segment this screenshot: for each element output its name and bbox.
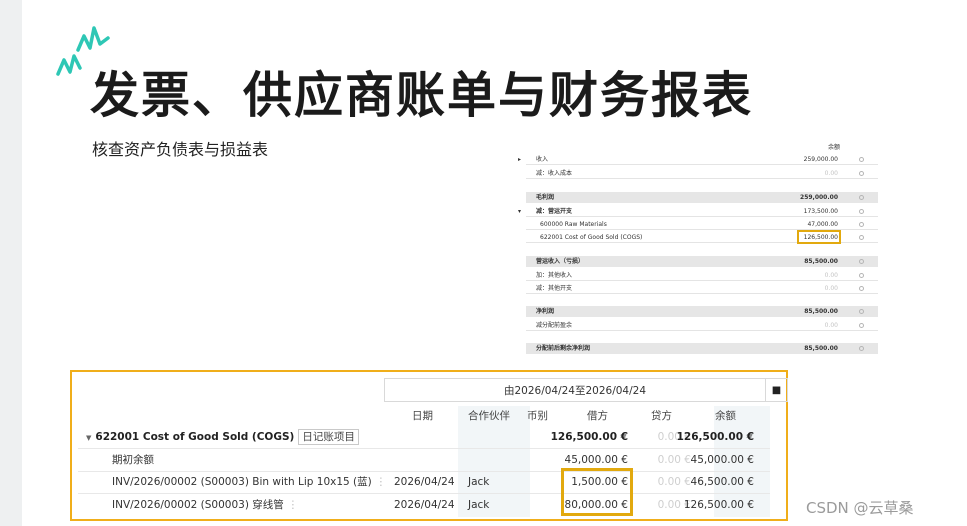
pl-row-label: 收入 bbox=[536, 156, 549, 163]
ledger-row-credit: 0.00 € bbox=[657, 476, 691, 488]
chevron-down-icon: ▼ bbox=[86, 434, 92, 442]
column-header-balance[interactable]: 余额 bbox=[715, 406, 736, 426]
profit-loss-report: 余额 ▸ 收入 259,000.00 减：收入成本 0.00 毛利润 259,000.00 ▾… bbox=[518, 142, 878, 362]
ledger-row-partner: Jack bbox=[468, 476, 490, 488]
ledger-row-label[interactable]: INV/2026/00002 (S00003) Bin with Lip 10x… bbox=[112, 473, 386, 491]
pl-row[interactable]: 营运收入（亏损） 85,500.00 bbox=[526, 256, 878, 267]
date-range-filter[interactable]: 由2026/04/24至2026/04/24 bbox=[384, 378, 766, 402]
pl-row-amount: 0.00 bbox=[824, 322, 838, 329]
pl-row[interactable]: 加：其他收入 0.00 bbox=[526, 270, 878, 281]
pl-row[interactable]: ▾ 减：营运开支 173,500.00 bbox=[518, 206, 878, 217]
general-ledger-panel: 由2026/04/24至2026/04/24 ■ 日期 合作伙伴 币别 借方 贷… bbox=[70, 370, 788, 521]
info-icon[interactable] bbox=[859, 259, 864, 264]
pl-row-amount: 0.00 bbox=[824, 170, 838, 177]
account-debit: 126,500.00 € bbox=[550, 431, 628, 443]
pl-row-label: 分配前后剩余净利润 bbox=[536, 345, 591, 352]
info-icon[interactable] bbox=[859, 273, 864, 278]
pl-row-amount: 47,000.00 bbox=[807, 221, 838, 228]
account-name: 622001 Cost of Good Sold (COGS) bbox=[95, 431, 295, 443]
pl-row-amount: 173,500.00 bbox=[803, 208, 838, 215]
ledger-row-partner: Jack bbox=[468, 499, 490, 511]
pl-row-label: 净利润 bbox=[536, 308, 555, 315]
chevron-right-icon[interactable]: ▸ bbox=[518, 154, 521, 165]
pl-row-label: 减：其他开支 bbox=[536, 285, 573, 292]
opening-balance-label: 期初余额 bbox=[112, 454, 154, 466]
pl-row-amount: 85,500.00 bbox=[804, 345, 838, 352]
ledger-row-date: 2026/04/24 bbox=[394, 499, 455, 511]
ledger-row-label[interactable]: INV/2026/00002 (S00003) 穿线管 ⋮ bbox=[112, 496, 298, 514]
watermark: CSDN @云草桑 bbox=[806, 499, 914, 517]
pl-column-header: 余额 bbox=[827, 144, 840, 151]
pl-row-amount: 259,000.00 bbox=[800, 194, 838, 201]
info-icon[interactable] bbox=[859, 286, 864, 291]
journal-items-button[interactable]: 日记账项目 bbox=[298, 429, 359, 445]
info-icon[interactable] bbox=[859, 235, 864, 240]
pl-row[interactable]: 622001 Cost of Good Sold (COGS) 126,500.0… bbox=[526, 230, 878, 244]
pl-row-label: 毛利润 bbox=[536, 194, 555, 201]
pl-row[interactable]: 减分配前盈余 0.00 bbox=[526, 320, 878, 331]
column-header-credit[interactable]: 贷方 bbox=[651, 406, 672, 426]
ledger-row-balance: 126,500.00 € bbox=[683, 499, 754, 511]
pl-row-label: 加：其他收入 bbox=[536, 272, 573, 279]
amount-highlight-box bbox=[797, 230, 841, 244]
more-options-icon[interactable]: ⋮ bbox=[288, 499, 299, 511]
info-icon[interactable] bbox=[859, 309, 864, 314]
pl-row-label: 622001 Cost of Good Sold (COGS) bbox=[540, 234, 643, 241]
pl-row-label: 减分配前盈余 bbox=[536, 322, 573, 329]
pl-row[interactable]: 分配前后剩余净利润 85,500.00 bbox=[526, 343, 878, 354]
page-title: 发票、供应商账单与财务报表 bbox=[90, 67, 754, 124]
column-header-debit[interactable]: 借方 bbox=[587, 406, 608, 426]
info-icon[interactable] bbox=[859, 157, 864, 162]
ledger-row-balance: 46,500.00 € bbox=[690, 476, 754, 488]
pl-row[interactable]: 600000 Raw Materials 47,000.00 bbox=[526, 219, 878, 230]
pl-row-label: 减：收入成本 bbox=[536, 170, 573, 177]
account-balance: 126,500.00 € bbox=[676, 431, 754, 443]
opening-balance-credit: 0.00 € bbox=[657, 454, 691, 466]
column-header-date[interactable]: 日期 bbox=[412, 406, 433, 426]
info-icon[interactable] bbox=[859, 346, 864, 351]
ledger-row-date: 2026/04/24 bbox=[394, 476, 455, 488]
trash-icon[interactable]: ■ bbox=[766, 378, 788, 402]
account-group-row[interactable]: ▼ 622001 Cost of Good Sold (COGS) 日记账项目 bbox=[86, 428, 359, 447]
pl-row[interactable]: ▸ 收入 259,000.00 bbox=[518, 154, 878, 165]
pl-row[interactable]: 减：其他开支 0.00 bbox=[526, 283, 878, 294]
chevron-down-icon[interactable]: ▾ bbox=[518, 206, 521, 217]
pl-row-label: 营运收入（亏损） bbox=[536, 258, 585, 265]
debit-highlight-box bbox=[561, 468, 633, 516]
info-icon[interactable] bbox=[859, 222, 864, 227]
pl-row-amount: 0.00 bbox=[824, 285, 838, 292]
page-subtitle: 核查资产负债表与损益表 bbox=[92, 140, 269, 159]
opening-balance-balance: 45,000.00 € bbox=[690, 454, 754, 466]
pl-row-amount: 85,500.00 bbox=[804, 308, 838, 315]
info-icon[interactable] bbox=[859, 171, 864, 176]
opening-balance-debit: 45,000.00 € bbox=[564, 454, 628, 466]
pl-row-label: 减：营运开支 bbox=[536, 208, 573, 215]
info-icon[interactable] bbox=[859, 209, 864, 214]
info-icon[interactable] bbox=[859, 195, 864, 200]
pl-row-amount: 85,500.00 bbox=[804, 258, 838, 265]
pl-row[interactable]: 减：收入成本 0.00 bbox=[526, 168, 878, 179]
pl-row-amount: 259,000.00 bbox=[803, 156, 838, 163]
pl-row-amount: 0.00 bbox=[824, 272, 838, 279]
pl-row[interactable]: 毛利润 259,000.00 bbox=[526, 192, 878, 203]
pl-row-label: 600000 Raw Materials bbox=[540, 221, 607, 228]
column-header-currency[interactable]: 币别 bbox=[527, 406, 548, 426]
pl-row[interactable]: 净利润 85,500.00 bbox=[526, 306, 878, 317]
info-icon[interactable] bbox=[859, 323, 864, 328]
more-options-icon[interactable]: ⋮ bbox=[376, 476, 387, 488]
column-header-partner[interactable]: 合作伙伴 bbox=[468, 406, 510, 426]
